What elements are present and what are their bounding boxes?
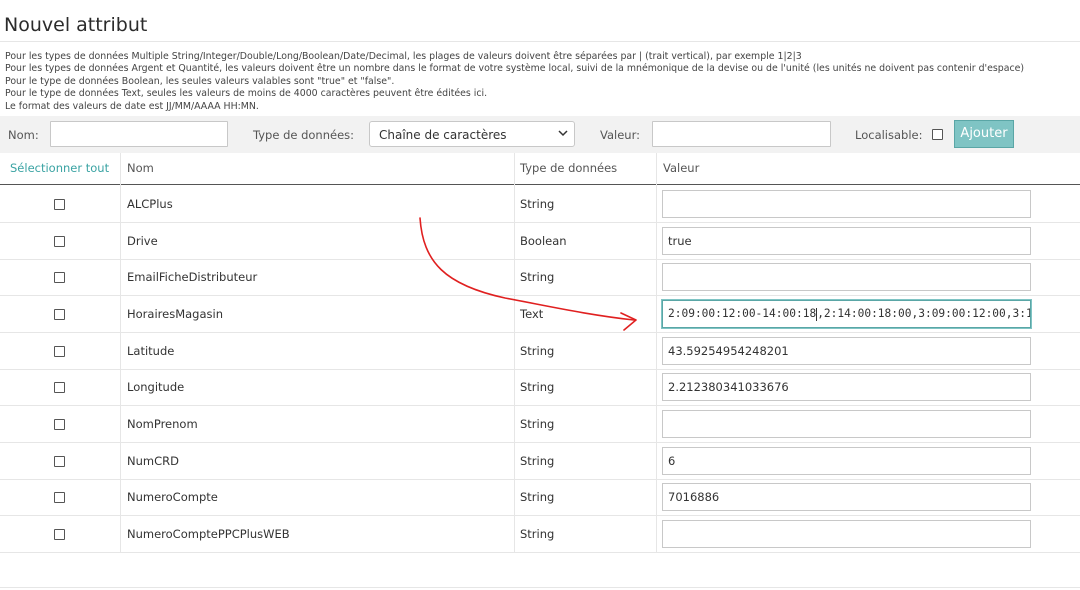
- attribute-type: String: [520, 527, 555, 541]
- attribute-type: String: [520, 490, 555, 504]
- row-checkbox[interactable]: [54, 236, 65, 247]
- table-row: Longitude String 2.212380341033676: [0, 369, 1080, 406]
- row-checkbox[interactable]: [54, 272, 65, 283]
- help-line: Pour les types de données Argent et Quan…: [5, 63, 1025, 75]
- row-checkbox[interactable]: [54, 419, 65, 430]
- help-line: Le format des valeurs de date est JJ/MM/…: [5, 100, 259, 112]
- type-select-value: Chaîne de caractères: [379, 128, 507, 142]
- name-input[interactable]: [50, 121, 228, 147]
- table-row: ALCPlus String: [0, 186, 1080, 223]
- row-checkbox[interactable]: [54, 382, 65, 393]
- attribute-name: NumeroCompte: [127, 490, 218, 504]
- header-divider: [0, 41, 1080, 42]
- add-button[interactable]: Ajouter: [954, 120, 1014, 148]
- attribute-value-input[interactable]: [662, 190, 1031, 218]
- table-row: EmailFicheDistributeur String: [0, 259, 1080, 296]
- column-header-value[interactable]: Valeur: [663, 153, 699, 184]
- help-line: Pour les types de données Multiple Strin…: [5, 51, 802, 62]
- table-row: NumeroComptePPCPlusWEB String: [0, 516, 1080, 553]
- attribute-value-input[interactable]: [662, 263, 1031, 291]
- value-text-before-caret: 2:09:00:12:00-14:00:18: [668, 307, 817, 320]
- row-checkbox[interactable]: [54, 456, 65, 467]
- table-row: Latitude String 43.59254954248201: [0, 333, 1080, 370]
- row-checkbox[interactable]: [54, 309, 65, 320]
- select-all-link[interactable]: Sélectionner tout: [10, 153, 109, 184]
- attribute-name: NumeroComptePPCPlusWEB: [127, 527, 290, 541]
- attribute-type: Text: [520, 307, 544, 321]
- help-text: Pour les types de données Multiple Strin…: [5, 51, 1080, 113]
- row-checkbox[interactable]: [54, 529, 65, 540]
- attribute-type: String: [520, 344, 555, 358]
- attribute-name: NomPrenom: [127, 417, 198, 431]
- attribute-type: String: [520, 417, 555, 431]
- attribute-type: String: [520, 380, 555, 394]
- attribute-value-input[interactable]: true: [662, 227, 1031, 255]
- attribute-type: String: [520, 197, 555, 211]
- table-row: HorairesMagasin Text 2:09:00:12:00-14:00…: [0, 296, 1080, 333]
- page-title: Nouvel attribut: [4, 14, 148, 36]
- attribute-name: NumCRD: [127, 454, 179, 468]
- chevron-down-icon: [558, 130, 568, 137]
- attribute-name: EmailFicheDistributeur: [127, 270, 258, 284]
- attribute-name: ALCPlus: [127, 197, 173, 211]
- help-line: Pour le type de données Text, seules les…: [5, 88, 488, 100]
- table-row: NumeroCompte String 7016886: [0, 479, 1080, 516]
- row-checkbox[interactable]: [54, 346, 65, 357]
- table-row: NomPrenom String: [0, 406, 1080, 443]
- type-select[interactable]: Chaîne de caractères: [369, 121, 575, 147]
- attribute-type: Boolean: [520, 234, 567, 248]
- localizable-checkbox[interactable]: [932, 129, 943, 140]
- attribute-name: Drive: [127, 234, 158, 248]
- attribute-name: Longitude: [127, 380, 185, 394]
- attribute-type: String: [520, 270, 555, 284]
- attribute-value-input[interactable]: 2.212380341033676: [662, 373, 1031, 401]
- column-header-type[interactable]: Type de données: [520, 153, 617, 184]
- attribute-value-input[interactable]: [662, 520, 1031, 548]
- attribute-type: String: [520, 454, 555, 468]
- column-header-name[interactable]: Nom: [127, 153, 154, 184]
- attributes-table-header: Sélectionner tout Nom Type de données Va…: [0, 153, 1080, 185]
- localizable-label: Localisable:: [855, 128, 923, 142]
- row-checkbox[interactable]: [54, 492, 65, 503]
- table-row: NumCRD String 6: [0, 443, 1080, 480]
- table-row: Drive Boolean true: [0, 223, 1080, 260]
- attribute-value-input[interactable]: 43.59254954248201: [662, 337, 1031, 365]
- row-checkbox[interactable]: [54, 199, 65, 210]
- attribute-name: Latitude: [127, 344, 175, 358]
- value-text-after-caret: ,2:14:00:18:00,3:09:00:12:00,3:14:00:18:…: [817, 307, 1030, 320]
- attribute-value-input[interactable]: [662, 410, 1031, 438]
- attribute-value-input[interactable]: 7016886: [662, 483, 1031, 511]
- new-attribute-form: Nom: Type de données: Chaîne de caractèr…: [0, 116, 1080, 153]
- footer-divider: [0, 587, 1080, 588]
- help-line: Pour le type de données Boolean, les seu…: [5, 75, 395, 87]
- value-label: Valeur:: [600, 128, 640, 142]
- name-label: Nom:: [8, 128, 39, 142]
- attribute-value-input-focused[interactable]: 2:09:00:12:00-14:00:18,2:14:00:18:00,3:0…: [662, 300, 1031, 328]
- value-input[interactable]: [652, 121, 831, 147]
- attribute-name: HorairesMagasin: [127, 307, 223, 321]
- attribute-value-input[interactable]: 6: [662, 447, 1031, 475]
- type-label: Type de données:: [253, 128, 355, 142]
